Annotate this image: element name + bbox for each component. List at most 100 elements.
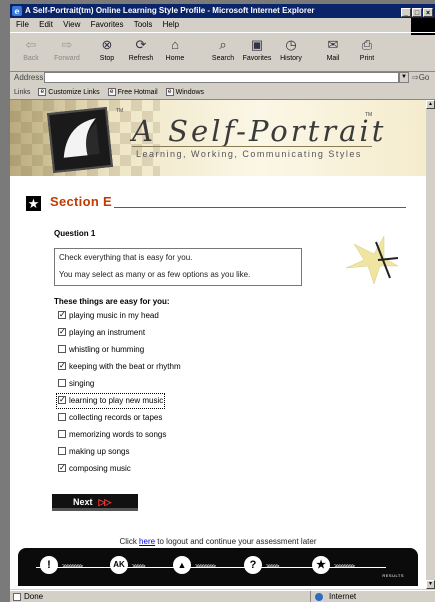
option-playing-an-instrument[interactable]: ✓ playing an instrument [58, 327, 145, 339]
scroll-down-icon[interactable]: ▼ [426, 580, 435, 589]
refresh-icon: ⟳ [135, 37, 147, 52]
progress-zigzag: >>>>>>>> [195, 564, 216, 570]
option-checkbox[interactable]: ✓ [58, 395, 66, 404]
history-button[interactable]: ◷ History [274, 33, 308, 62]
go-button[interactable]: ⇨Go [412, 73, 429, 82]
option-checkbox[interactable] [58, 412, 66, 421]
address-label: Address [14, 73, 44, 82]
progress-zigzag: >>>>> [266, 564, 279, 570]
vertical-scrollbar[interactable]: ▲ ▼ [426, 100, 435, 589]
progress-node-exclamation: ! [40, 556, 58, 574]
progress-zigzag: >>>>> [132, 564, 145, 570]
menu-favorites[interactable]: Favorites [91, 20, 124, 29]
option-checkbox[interactable] [58, 446, 66, 455]
favorites-button[interactable]: ▣ Favorites [240, 33, 274, 62]
history-icon: ◷ [285, 37, 297, 52]
menu-file[interactable]: File [16, 20, 29, 29]
progress-results-label: RESULTS [382, 573, 404, 578]
back-arrow-icon: ⇦ [25, 37, 37, 52]
search-icon: ⌕ [219, 37, 227, 52]
option-whistling-or-humming[interactable]: whistling or humming [58, 344, 144, 356]
go-arrow-icon: ⇨ [412, 73, 419, 82]
section-title: Section E [50, 194, 112, 209]
print-icon: ⎙ [361, 37, 373, 52]
brand-trademark: TM [365, 112, 373, 118]
address-input[interactable] [44, 72, 399, 83]
option-checkbox[interactable] [58, 378, 66, 387]
link-free-hotmail[interactable]: e Free Hotmail [107, 88, 158, 97]
section-rule [114, 207, 406, 208]
mail-icon: ✉ [327, 37, 339, 52]
progress-node-star: ★ [312, 556, 330, 574]
links-label: Links [14, 89, 31, 96]
forward-button[interactable]: ⇨ Forward [50, 33, 84, 62]
decorative-star-icon [345, 235, 398, 285]
option-checkbox[interactable]: ✓ [58, 463, 66, 472]
logout-link[interactable]: here [139, 537, 155, 546]
next-button[interactable]: Next ▷▷ [52, 494, 138, 511]
menu-edit[interactable]: Edit [39, 20, 53, 29]
page-icon: e [165, 88, 174, 97]
option-composing-music[interactable]: ✓ composing music [58, 463, 131, 475]
option-learning-to-play-new-music[interactable]: ✓ learning to play new music [55, 393, 166, 409]
security-zone: Internet [310, 591, 420, 602]
progress-node-ak: AK [110, 556, 128, 574]
link-windows[interactable]: e Windows [165, 88, 204, 97]
page-content: TM A Self-Portrait TM Learning, Working,… [10, 100, 426, 589]
section-star-icon: ★ [26, 196, 41, 211]
address-dropdown-icon[interactable]: ▼ [399, 72, 409, 83]
home-button[interactable]: ⌂ Home [158, 33, 192, 62]
option-collecting-records-or-tapes[interactable]: collecting records or tapes [58, 412, 162, 424]
progress-node-triangle: ▲ [173, 556, 191, 574]
stop-button[interactable]: ⊗ Stop [90, 33, 124, 62]
progress-zigzag: >>>>>>>> [62, 564, 83, 570]
back-button[interactable]: ⇦ Back [14, 33, 48, 62]
option-keeping-with-the-beat[interactable]: ✓ keeping with the beat or rhythm [58, 361, 181, 373]
option-playing-music-in-my-head[interactable]: ✓ playing music in my head [58, 310, 159, 322]
title-bar: e A Self-Portrait(tm) Online Learning St… [10, 4, 435, 18]
option-memorizing-words-to-songs[interactable]: memorizing words to songs [58, 429, 166, 441]
links-bar: Links e Customize Links e Free Hotmail e Wi… [10, 87, 435, 100]
browser-window: e A Self-Portrait(tm) Online Learning St… [10, 4, 435, 602]
status-text: Done [24, 592, 44, 601]
close-button[interactable]: × [423, 8, 433, 17]
search-button[interactable]: ⌕ Search [206, 33, 240, 62]
page-icon: e [38, 88, 47, 97]
refresh-button[interactable]: ⟳ Refresh [124, 33, 158, 62]
option-singing[interactable]: singing [58, 378, 94, 390]
progress-node-question: ? [244, 556, 262, 574]
link-customize-links[interactable]: e Customize Links [38, 88, 100, 97]
option-checkbox[interactable]: ✓ [58, 310, 66, 319]
maximize-button[interactable]: □ [412, 8, 422, 17]
instruction-line: Check everything that is easy for you. [59, 253, 193, 262]
brand-subtitle: Learning, Working, Communicating Styles [136, 149, 362, 159]
menu-help[interactable]: Help [163, 20, 179, 29]
brand-name: A Self-Portrait [132, 114, 387, 148]
logo-trademark: TM [116, 108, 124, 114]
forward-arrow-icon: ⇨ [61, 37, 73, 52]
menu-view[interactable]: View [63, 20, 80, 29]
toolbar: ⇦ Back ⇨ Forward ⊗ Stop ⟳ Refresh ⌂ Home ⌕ Sea… [10, 32, 435, 72]
status-bar: Done Internet [10, 590, 435, 602]
option-checkbox[interactable] [58, 344, 66, 353]
ie-logo-icon: e [12, 6, 22, 16]
window-title: A Self-Portrait(tm) Online Learning Styl… [25, 6, 315, 15]
option-checkbox[interactable] [58, 429, 66, 438]
scroll-up-icon[interactable]: ▲ [426, 100, 435, 109]
minimize-button[interactable]: _ [401, 8, 411, 17]
menu-bar: File Edit View Favorites Tools Help [10, 19, 435, 31]
option-making-up-songs[interactable]: making up songs [58, 446, 129, 458]
menu-tools[interactable]: Tools [134, 20, 153, 29]
question-label: Question 1 [54, 229, 96, 238]
print-button[interactable]: ⎙ Print [350, 33, 384, 62]
progress-track: ! >>>>>>>> AK >>>>> ▲ >>>>>>>> ? >>>>> ★… [18, 548, 418, 586]
logout-text: Click here to logout and continue your a… [119, 537, 317, 546]
globe-icon [315, 593, 323, 601]
next-arrows-icon: ▷▷ [98, 497, 112, 507]
mail-button[interactable]: ✉ Mail [316, 33, 350, 62]
easy-things-heading: These things are easy for you: [54, 297, 170, 306]
page-done-icon [13, 593, 21, 601]
stop-icon: ⊗ [101, 37, 113, 52]
option-checkbox[interactable]: ✓ [58, 327, 66, 336]
option-checkbox[interactable]: ✓ [58, 361, 66, 370]
